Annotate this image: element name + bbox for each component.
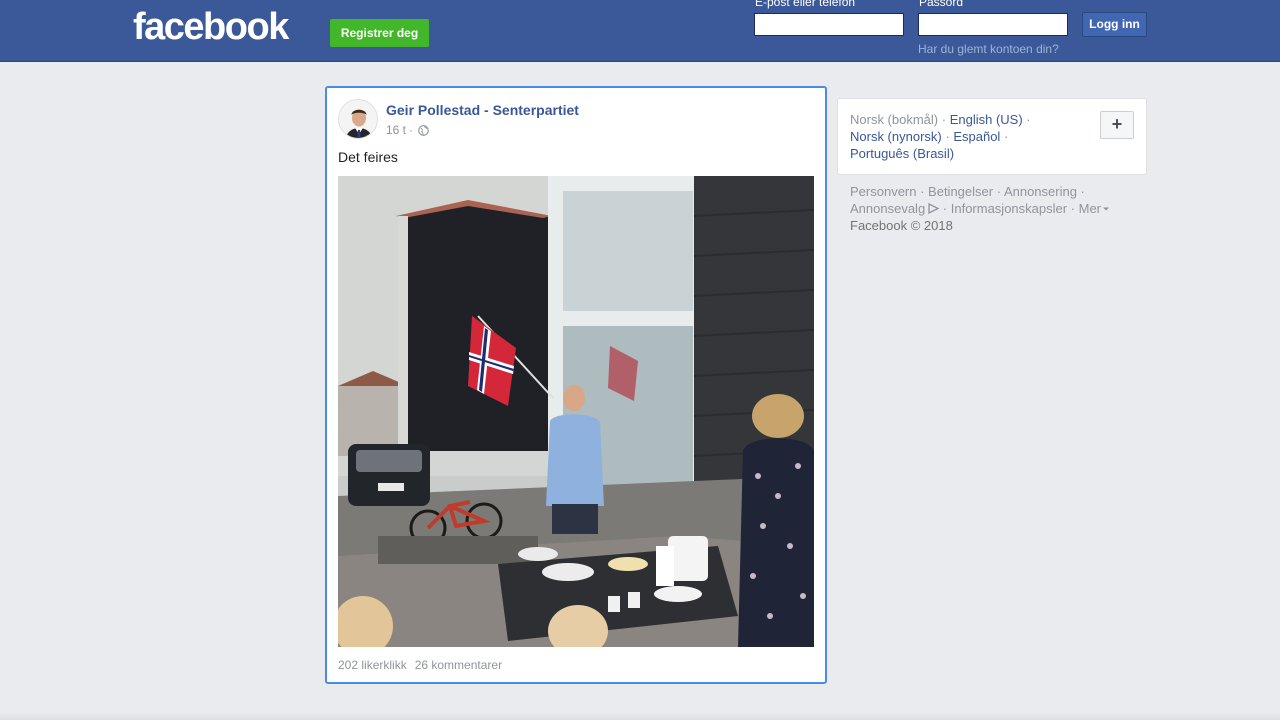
language-option[interactable]: Español <box>953 129 1000 144</box>
footer-link-advertising[interactable]: Annonsering <box>1004 184 1077 199</box>
footer-link-terms[interactable]: Betingelser <box>928 184 993 199</box>
comments-count[interactable]: 26 kommentarer <box>415 658 502 672</box>
post-stats: 202 likerklikk 26 kommentarer <box>338 658 502 672</box>
post-text: Det feires <box>338 149 398 165</box>
footer-link-privacy[interactable]: Personvern <box>850 184 916 199</box>
footer-link-cookies[interactable]: Informasjonskapsler <box>951 201 1067 216</box>
footer-link-more[interactable]: Mer <box>1079 201 1101 216</box>
language-option[interactable]: English (US) <box>950 112 1023 127</box>
email-field[interactable] <box>754 13 904 36</box>
footer-link-ad-choices[interactable]: Annonsevalg <box>850 201 925 216</box>
language-selector: Norsk (bokmål) · English (US) · Norsk (n… <box>837 98 1147 175</box>
globe-icon <box>418 124 429 136</box>
more-languages-button[interactable]: + <box>1100 111 1134 139</box>
avatar[interactable] <box>338 99 378 139</box>
facebook-logo[interactable]: facebook <box>133 5 289 49</box>
meta-separator: · <box>409 123 414 137</box>
post-timestamp[interactable]: 16 t <box>386 123 406 137</box>
ad-choices-icon <box>928 202 940 215</box>
post-card: Geir Pollestad - Senterpartiet 16 t · De… <box>325 86 827 684</box>
chevron-down-icon <box>1103 207 1110 211</box>
language-option[interactable]: Português (Brasil) <box>850 146 954 161</box>
login-button[interactable]: Logg inn <box>1082 12 1147 37</box>
avatar-image <box>339 100 377 138</box>
author-name-link[interactable]: Geir Pollestad - Senterpartiet <box>386 102 579 118</box>
post-photo[interactable] <box>338 176 814 647</box>
password-label: Passord <box>919 0 964 9</box>
footer-links: Personvern · Betingelser · Annonsering ·… <box>850 183 1140 234</box>
email-label: E-post eller telefon <box>755 0 856 9</box>
bottom-shade <box>0 712 1280 720</box>
copyright: Facebook © 2018 <box>850 218 953 233</box>
likes-count[interactable]: 202 likerklikk <box>338 658 407 672</box>
current-language: Norsk (bokmål) <box>850 112 939 127</box>
post-photo-image <box>338 176 814 647</box>
top-bar: facebook Registrer deg E-post eller tele… <box>0 0 1280 62</box>
forgot-account-link[interactable]: Har du glemt kontoen din? <box>918 42 1059 56</box>
language-option[interactable]: Norsk (nynorsk) <box>850 129 942 144</box>
password-field[interactable] <box>918 13 1068 36</box>
post-meta: 16 t · <box>386 123 429 137</box>
register-button[interactable]: Registrer deg <box>330 19 429 47</box>
